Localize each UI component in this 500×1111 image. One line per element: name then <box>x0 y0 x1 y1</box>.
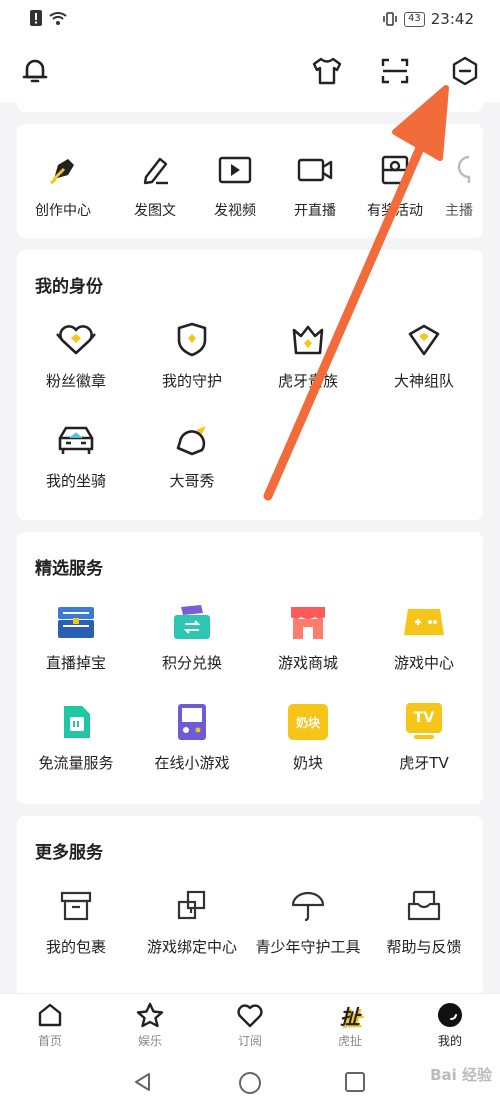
top-card-edge <box>17 102 483 112</box>
sim-card-icon <box>64 706 90 738</box>
service-live-drop[interactable]: 直播掉宝 <box>17 602 135 673</box>
tool-creation-center[interactable]: 创作中心 <box>21 150 105 220</box>
settings-hexagon-icon[interactable] <box>448 54 482 88</box>
tool-start-live[interactable]: 开直播 <box>273 150 357 220</box>
service-game-center[interactable]: 游戏中心 <box>365 602 483 673</box>
creator-tools-card: 创作中心 发图文 发视频 开直播 有奖活动 主播 <box>17 124 483 238</box>
identity-title: 我的身份 <box>35 277 103 297</box>
tv-icon: TV <box>404 703 444 741</box>
service-naikuai[interactable]: 奶块 奶块 <box>249 702 367 773</box>
tab-entertainment[interactable]: 娱乐 <box>100 994 200 1055</box>
guard-icon <box>177 322 207 357</box>
selected-services-card: 精选服务 直播掉宝 积分兑换 游戏商城 游戏中心 免流量服务 在线小游戏 奶块 … <box>17 532 483 804</box>
home-icon <box>38 1003 62 1027</box>
bottom-tab-bar: 首页 娱乐 订阅 扯 虎扯 我的 <box>0 993 500 1055</box>
video-play-icon <box>218 156 252 184</box>
team-icon <box>408 324 440 356</box>
clock: 23:42 <box>430 10 474 28</box>
identity-big-brother-show[interactable]: 大哥秀 <box>133 420 251 491</box>
tool-post-video[interactable]: 发视频 <box>193 150 277 220</box>
crown-icon <box>292 325 324 355</box>
gamepad-icon <box>404 609 444 635</box>
home-button[interactable] <box>238 1071 262 1099</box>
gift-icon <box>381 155 409 185</box>
tool-post-image-text[interactable]: 发图文 <box>113 150 197 220</box>
car-icon <box>58 426 94 454</box>
more-youth-guard[interactable]: 青少年守护工具 <box>249 886 367 957</box>
shop-icon <box>291 607 325 639</box>
recents-square-icon <box>345 1072 365 1092</box>
bind-icon <box>177 890 206 920</box>
service-online-mini-games[interactable]: 在线小游戏 <box>133 702 251 773</box>
show-icon <box>176 426 206 456</box>
more-my-package[interactable]: 我的包裹 <box>17 886 135 957</box>
identity-my-guard[interactable]: 我的守护 <box>133 320 251 391</box>
identity-team-up[interactable]: 大神组队 <box>365 320 483 391</box>
more-game-binding[interactable]: 游戏绑定中心 <box>133 886 251 957</box>
services-title: 精选服务 <box>35 559 103 579</box>
heart-icon <box>237 1004 263 1028</box>
handheld-game-icon <box>178 704 206 740</box>
huche-icon: 扯 <box>340 1004 360 1029</box>
tab-huche[interactable]: 扯 虎扯 <box>300 994 400 1055</box>
more-services-card: 更多服务 我的包裹 游戏绑定中心 青少年守护工具 帮助与反馈 <box>17 816 483 996</box>
identity-card: 我的身份 粉丝徽章 我的守护 虎牙贵族 大神组队 我的坐骑 大哥秀 <box>17 250 483 520</box>
watermark: Bai 经验 <box>430 1066 492 1084</box>
status-bar: 43 23:42 <box>0 0 500 42</box>
bell-icon[interactable] <box>18 54 52 88</box>
shirt-icon[interactable] <box>310 54 344 88</box>
profile-icon <box>438 1003 462 1027</box>
naikuai-icon: 奶块 <box>288 704 328 740</box>
tab-home[interactable]: 首页 <box>0 994 100 1055</box>
inbox-icon <box>407 890 441 921</box>
top-bar <box>0 42 500 102</box>
treasure-chest-icon <box>58 607 94 638</box>
identity-my-mount[interactable]: 我的坐骑 <box>17 420 135 491</box>
service-points-exchange[interactable]: 积分兑换 <box>133 602 251 673</box>
service-huya-tv[interactable]: TV 虎牙TV <box>365 702 483 773</box>
pen-icon <box>50 159 74 185</box>
identity-huya-noble[interactable]: 虎牙贵族 <box>249 320 367 391</box>
tab-mine[interactable]: 我的 <box>400 994 500 1055</box>
package-icon <box>60 891 92 921</box>
notification-alert-icon <box>30 10 42 26</box>
back-button[interactable] <box>132 1071 154 1097</box>
tab-subscribe[interactable]: 订阅 <box>200 994 300 1055</box>
service-game-mall[interactable]: 游戏商城 <box>249 602 367 673</box>
more-help-feedback[interactable]: 帮助与反馈 <box>365 886 483 957</box>
more-title: 更多服务 <box>35 843 103 863</box>
recents-button[interactable] <box>344 1071 366 1097</box>
fan-badge-icon <box>56 325 96 355</box>
vibrate-icon <box>383 12 397 26</box>
anchor-icon <box>457 155 471 183</box>
identity-fan-badge[interactable]: 粉丝徽章 <box>17 320 135 391</box>
tool-anchor[interactable]: 主播 <box>433 150 483 220</box>
battery-indicator: 43 <box>404 11 425 27</box>
umbrella-icon <box>291 891 325 922</box>
system-nav-bar: Bai 经验 <box>0 1055 500 1111</box>
camera-icon <box>297 158 333 182</box>
tool-reward-activity[interactable]: 有奖活动 <box>353 150 437 220</box>
star-icon <box>136 1002 164 1028</box>
points-exchange-icon <box>174 605 210 639</box>
home-circle-icon <box>239 1072 261 1094</box>
edit-icon <box>143 157 168 185</box>
service-free-data[interactable]: 免流量服务 <box>17 702 135 773</box>
scan-icon[interactable] <box>378 54 412 88</box>
wifi-icon <box>49 12 67 25</box>
back-triangle-icon <box>135 1073 150 1091</box>
